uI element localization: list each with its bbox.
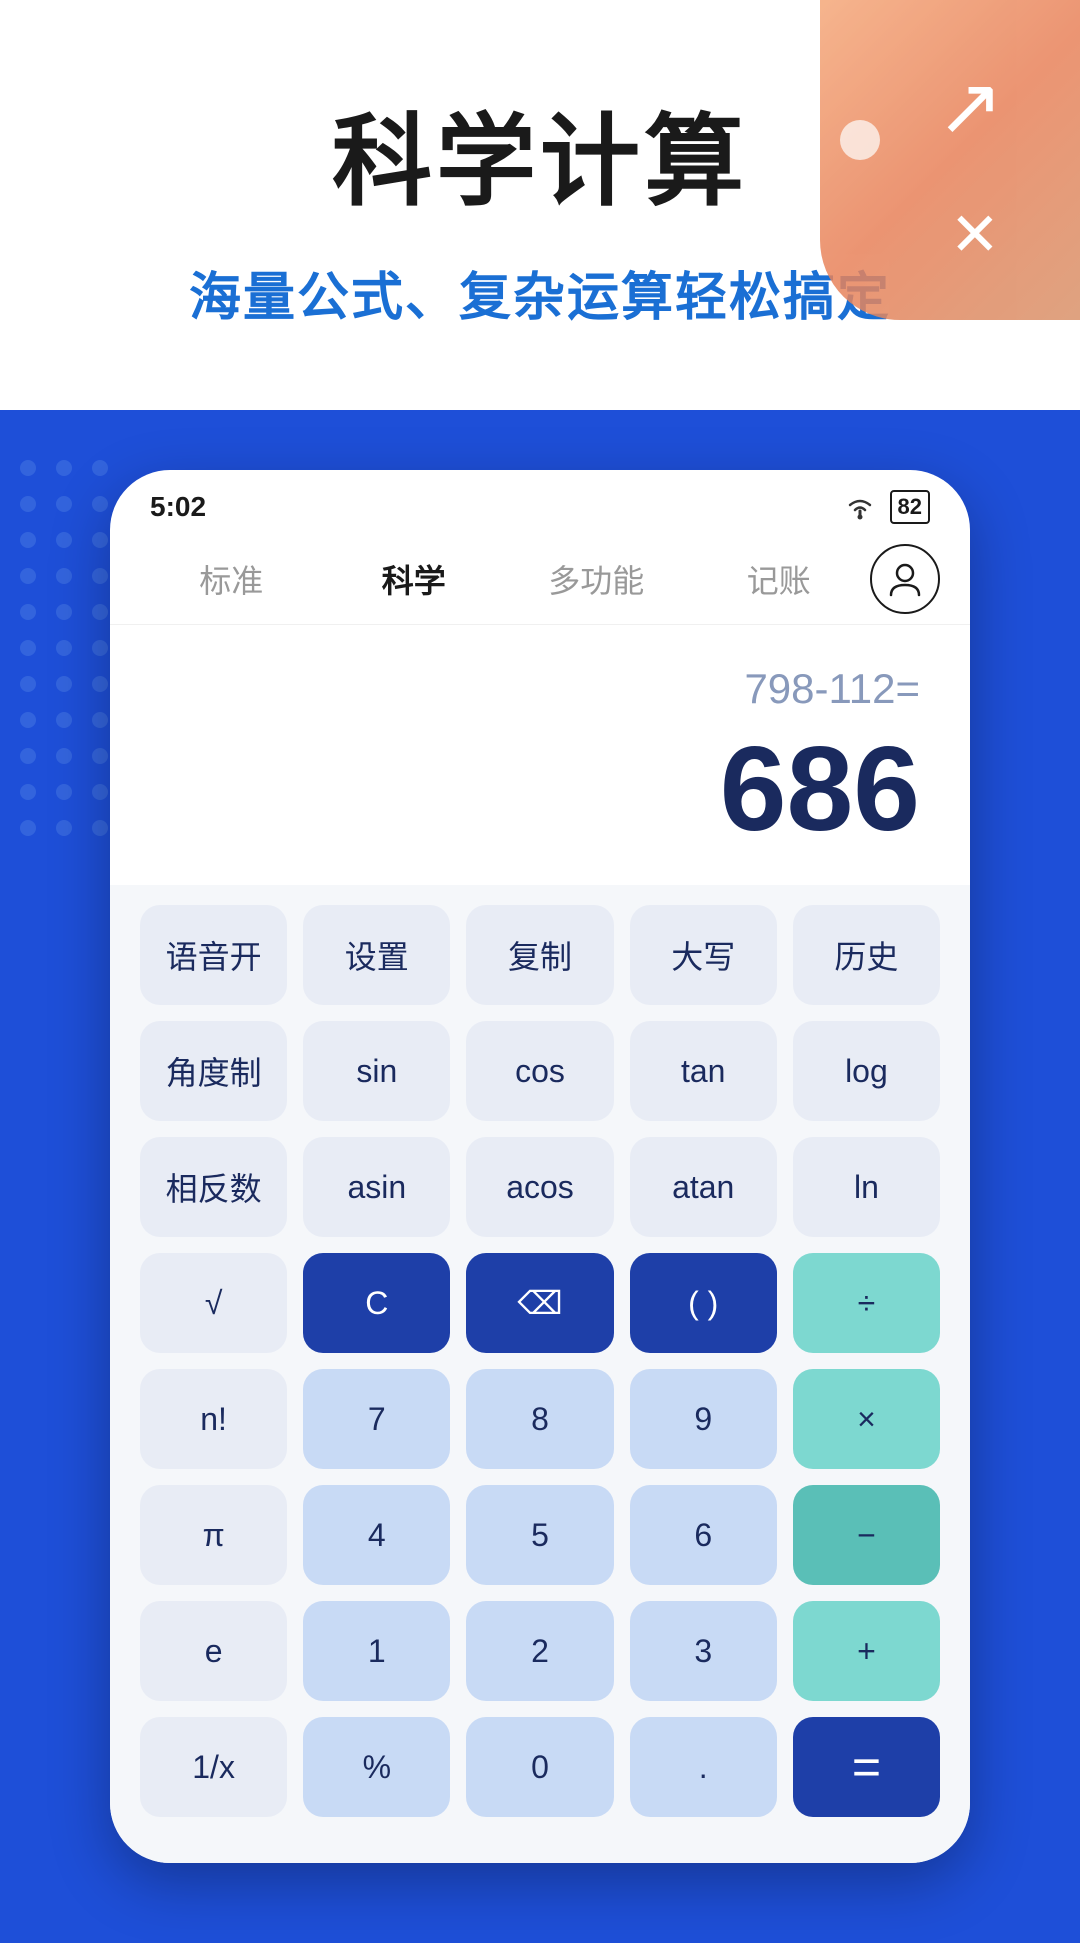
key-row-3: √C⌫( )÷ [140, 1253, 940, 1353]
key-row-5: π456− [140, 1485, 940, 1585]
status-icons: 82 [842, 490, 930, 524]
tab-multi[interactable]: 多功能 [505, 544, 688, 614]
key-_[interactable]: ÷ [793, 1253, 940, 1353]
key-ln[interactable]: ln [793, 1137, 940, 1237]
key-_[interactable]: × [793, 1369, 940, 1469]
key-6[interactable]: 6 [630, 1485, 777, 1585]
tab-account[interactable]: 记账 [688, 544, 871, 614]
key-row-2: 相反数asinacosatanln [140, 1137, 940, 1237]
key-_[interactable]: π [140, 1485, 287, 1585]
key-9[interactable]: 9 [630, 1369, 777, 1469]
key-___[interactable]: 相反数 [140, 1137, 287, 1237]
key-1[interactable]: 1 [303, 1601, 450, 1701]
key-_[interactable]: √ [140, 1253, 287, 1353]
key-__[interactable]: 设置 [303, 905, 450, 1005]
wifi-icon [842, 493, 878, 521]
key-__[interactable]: 大写 [630, 905, 777, 1005]
key-row-1: 角度制sincostanlog [140, 1021, 940, 1121]
key-___[interactable]: 角度制 [140, 1021, 287, 1121]
display-area: 798-112= 686 [110, 625, 970, 885]
key-7[interactable]: 7 [303, 1369, 450, 1469]
key-e[interactable]: e [140, 1601, 287, 1701]
top-section: ↗ ✕ 科学计算 海量公式、复杂运算轻松搞定 [0, 0, 1080, 410]
key-n_[interactable]: n! [140, 1369, 287, 1469]
key-row-7: 1/x%0.= [140, 1717, 940, 1817]
result: 686 [160, 723, 920, 855]
key-acos[interactable]: acos [466, 1137, 613, 1237]
deco-circle [840, 120, 880, 160]
key-8[interactable]: 8 [466, 1369, 613, 1469]
deco-star: ✕ [950, 200, 1000, 270]
dot-pattern-left [10, 450, 120, 850]
key-row-0: 语音开设置复制大写历史 [140, 905, 940, 1005]
key-_[interactable]: = [793, 1717, 940, 1817]
key-_[interactable]: − [793, 1485, 940, 1585]
key-1_x[interactable]: 1/x [140, 1717, 287, 1817]
battery-icon: 82 [890, 490, 930, 524]
blue-bg: 5:02 82 标准 科学 多功能 [0, 410, 1080, 1943]
phone-frame: 5:02 82 标准 科学 多功能 [110, 470, 970, 1863]
key-C[interactable]: C [303, 1253, 450, 1353]
key-___[interactable]: ( ) [630, 1253, 777, 1353]
key-asin[interactable]: asin [303, 1137, 450, 1237]
profile-button[interactable] [870, 544, 940, 614]
key-4[interactable]: 4 [303, 1485, 450, 1585]
tab-bar: 标准 科学 多功能 记账 [110, 534, 970, 625]
key-cos[interactable]: cos [466, 1021, 613, 1121]
keyboard-area: 语音开设置复制大写历史角度制sincostanlog相反数asinacosata… [110, 885, 970, 1863]
deco-hand: ↗ ✕ [820, 0, 1080, 320]
key-tan[interactable]: tan [630, 1021, 777, 1121]
tab-standard[interactable]: 标准 [140, 544, 323, 614]
deco-arrow: ↗ [910, 60, 1030, 180]
time-display: 5:02 [150, 491, 206, 523]
tab-science[interactable]: 科学 [323, 544, 506, 614]
key-log[interactable]: log [793, 1021, 940, 1121]
key-__[interactable]: 历史 [793, 905, 940, 1005]
key-5[interactable]: 5 [466, 1485, 613, 1585]
key-2[interactable]: 2 [466, 1601, 613, 1701]
key-__[interactable]: 复制 [466, 905, 613, 1005]
key-sin[interactable]: sin [303, 1021, 450, 1121]
key-row-4: n!789× [140, 1369, 940, 1469]
key-_[interactable]: ⌫ [466, 1253, 613, 1353]
key-3[interactable]: 3 [630, 1601, 777, 1701]
key-_[interactable]: . [630, 1717, 777, 1817]
profile-icon [887, 561, 923, 597]
expression: 798-112= [160, 665, 920, 713]
key-_[interactable]: + [793, 1601, 940, 1701]
key-atan[interactable]: atan [630, 1137, 777, 1237]
key-___[interactable]: 语音开 [140, 905, 287, 1005]
key-_[interactable]: % [303, 1717, 450, 1817]
status-bar: 5:02 82 [110, 470, 970, 534]
key-0[interactable]: 0 [466, 1717, 613, 1817]
key-row-6: e123+ [140, 1601, 940, 1701]
